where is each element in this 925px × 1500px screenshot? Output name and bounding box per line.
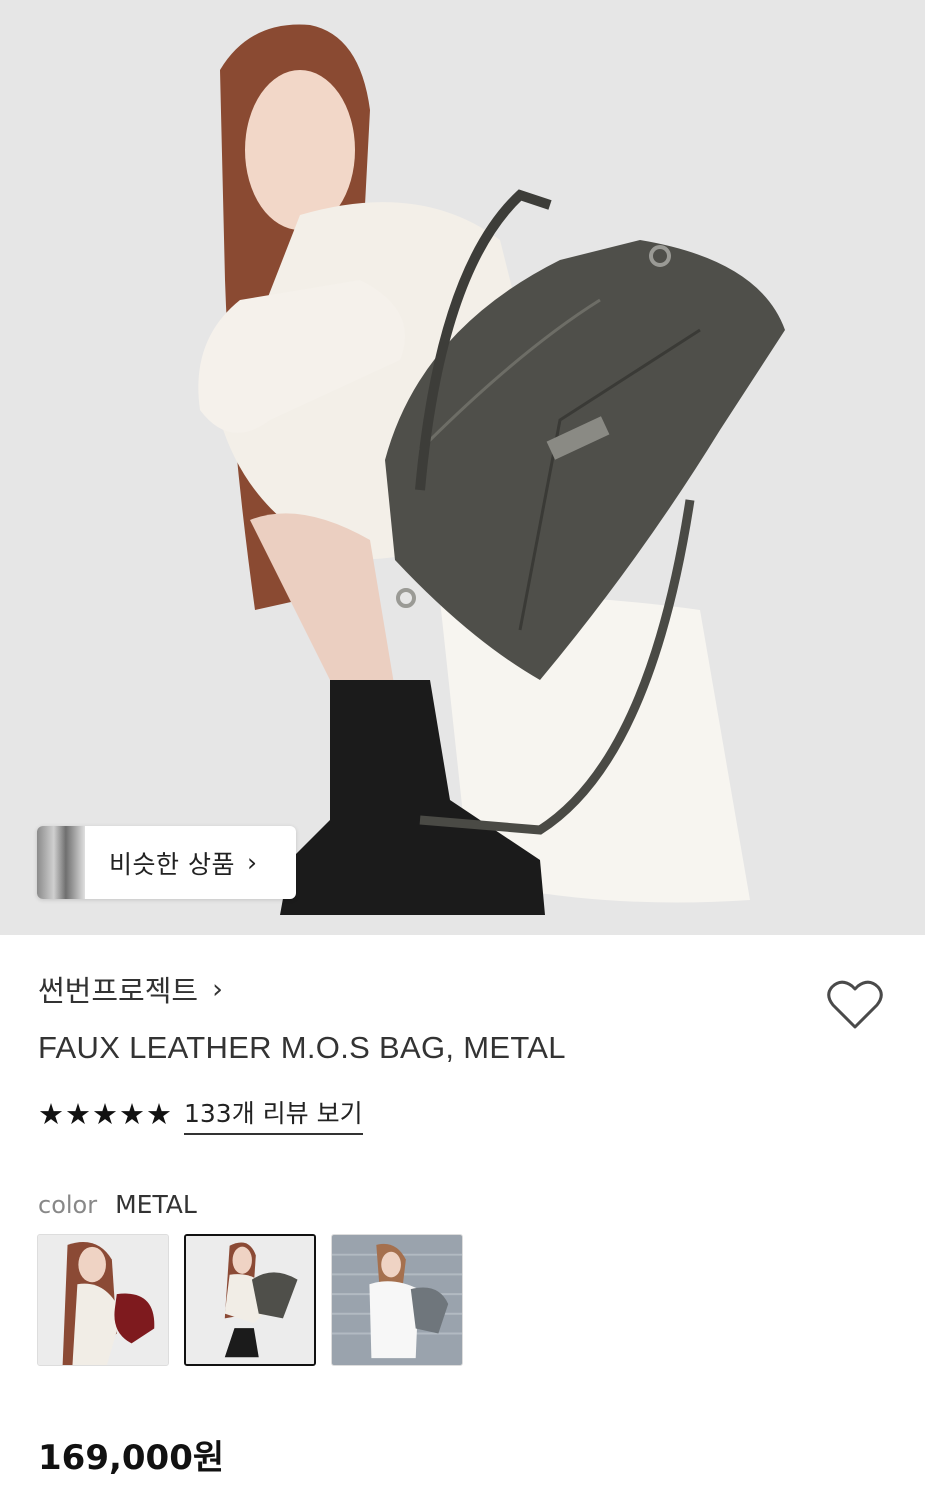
star-filled-icon: ★ xyxy=(38,1097,64,1131)
product-hero-image[interactable]: 비슷한 상품 › xyxy=(0,0,925,935)
star-filled-icon: ★ xyxy=(65,1097,91,1131)
color-swatch-gray[interactable] xyxy=(331,1234,463,1366)
product-title: FAUX LEATHER M.O.S BAG, METAL xyxy=(38,1030,566,1065)
similar-products-label: 비슷한 상품 xyxy=(109,849,235,879)
star-filled-icon: ★ xyxy=(146,1097,172,1131)
color-swatch-burgundy[interactable] xyxy=(37,1234,169,1366)
hero-photo xyxy=(0,0,925,935)
brand-name: 썬번프로젝트 xyxy=(38,974,199,1008)
rating-stars: ★ ★ ★ ★ ★ xyxy=(38,1100,172,1129)
chevron-right-icon: › xyxy=(246,848,257,877)
similar-products-button[interactable]: 비슷한 상품 › xyxy=(37,826,296,899)
color-row: color METAL xyxy=(38,1190,197,1219)
rating-row: ★ ★ ★ ★ ★ 133개 리뷰 보기 xyxy=(38,1094,363,1135)
chevron-right-icon: › xyxy=(212,973,223,1005)
product-price: 169,000원 xyxy=(38,1438,225,1478)
star-filled-icon: ★ xyxy=(92,1097,118,1131)
similar-products-thumbnail xyxy=(37,826,85,899)
color-label: color xyxy=(38,1191,98,1219)
wishlist-button[interactable] xyxy=(826,978,884,1032)
heart-outline-icon xyxy=(827,980,883,1029)
reviews-link[interactable]: 133개 리뷰 보기 xyxy=(184,1094,363,1135)
selected-color-value: METAL xyxy=(115,1190,197,1219)
swatch-photo xyxy=(332,1235,462,1365)
brand-link[interactable]: 썬번프로젝트 › xyxy=(38,968,223,1010)
color-swatch-metal[interactable] xyxy=(184,1234,316,1366)
swatch-photo xyxy=(38,1235,168,1365)
swatch-photo xyxy=(186,1236,314,1364)
star-filled-icon: ★ xyxy=(119,1097,145,1131)
